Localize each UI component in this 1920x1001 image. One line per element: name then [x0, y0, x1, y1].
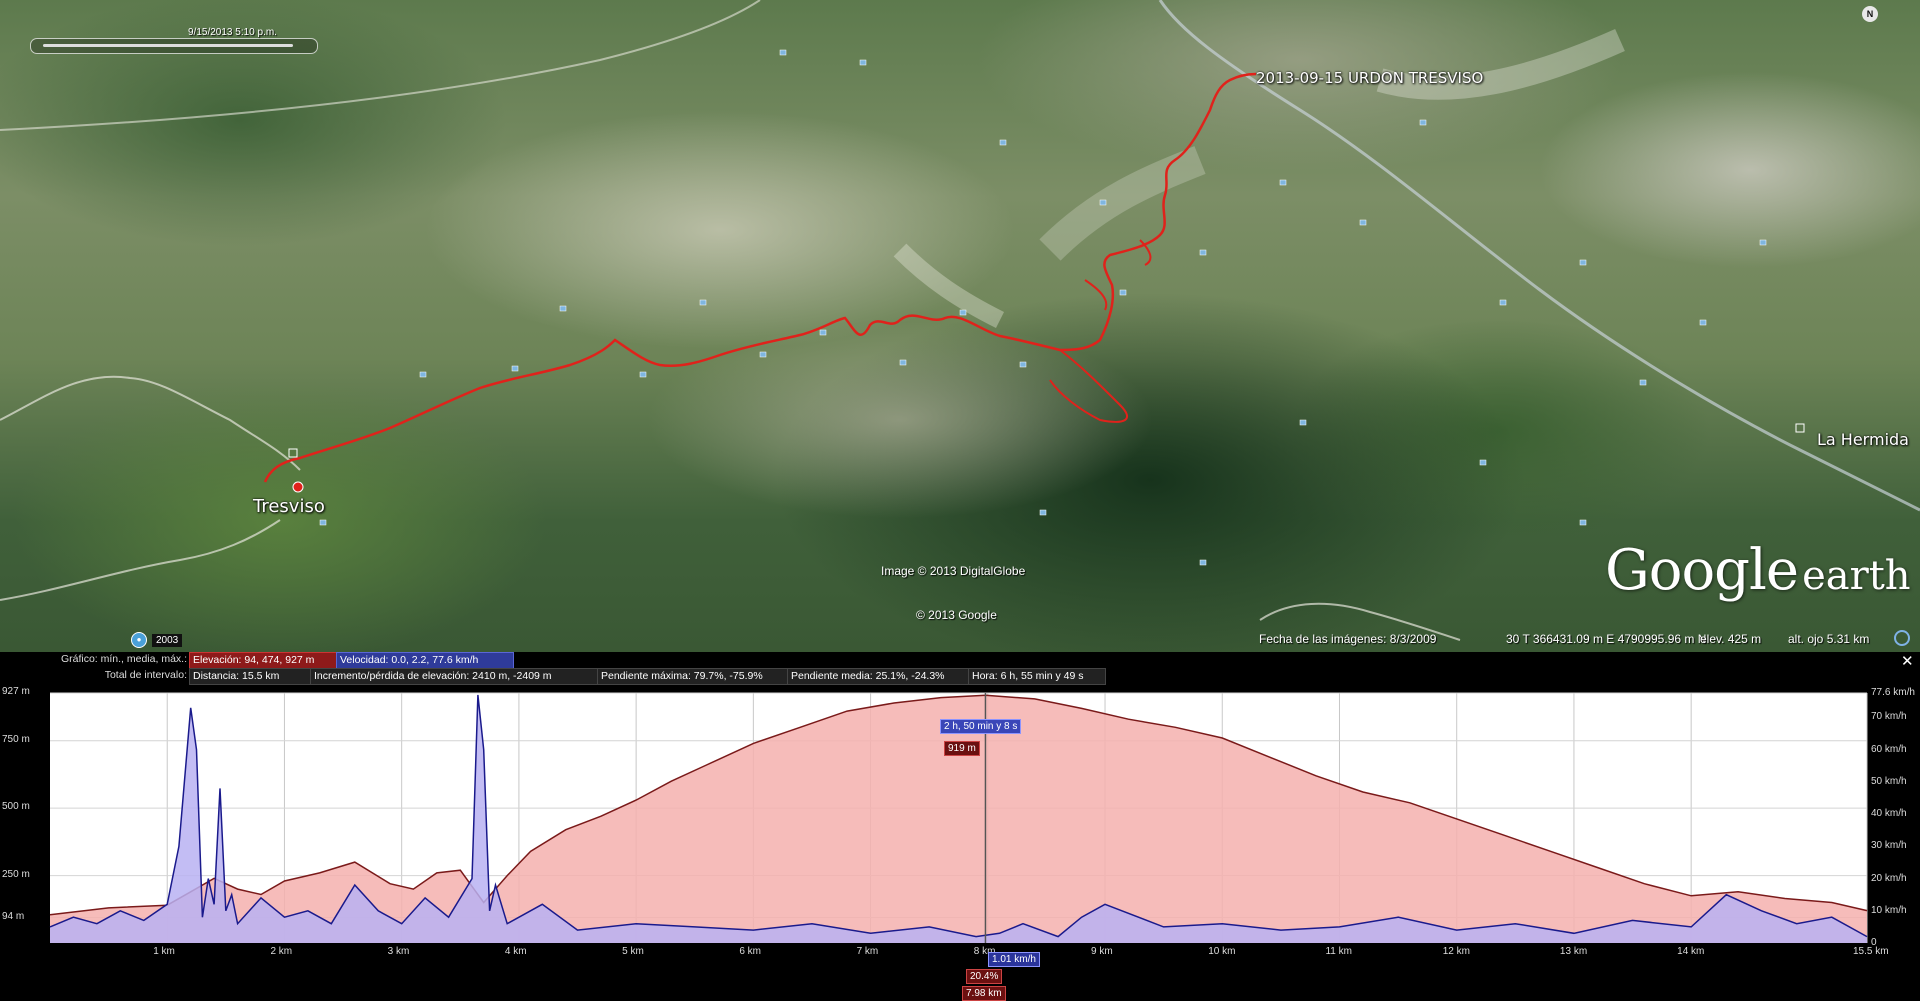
cursor-grade-label: 20.4% — [966, 969, 1003, 984]
left-tick-label: 500 m — [2, 801, 30, 813]
x-tick-label: 12 km — [1442, 946, 1470, 957]
right-tick-label: 10 km/h — [1871, 904, 1907, 916]
x-tick-label: 3 km — [387, 946, 410, 957]
x-tick-label: 14 km — [1677, 946, 1705, 957]
eye-altitude: alt. ojo 5.31 km — [1788, 632, 1870, 646]
range-label: Total de intervalo: — [104, 669, 187, 681]
time-stat: Hora: 6 h, 55 min y 49 s — [968, 668, 1106, 685]
close-profile-button[interactable]: ✕ — [1901, 652, 1914, 670]
google-earth-logo: Google earth — [1605, 538, 1911, 603]
place-label-la-hermida[interactable]: La Hermida — [1817, 430, 1909, 449]
track-label[interactable]: 2013-09-15 URDON TRESVISO — [1256, 69, 1483, 87]
cursor-speed-label: 1.01 km/h — [988, 952, 1040, 967]
x-tick-label: 13 km — [1559, 946, 1588, 957]
right-tick-label: 40 km/h — [1871, 808, 1907, 820]
logo-earth-text: earth — [1802, 553, 1911, 599]
left-tick-label: 94 m — [2, 910, 25, 922]
x-tick-label: 2 km — [270, 946, 293, 957]
distance-stat: Distancia: 15.5 km — [189, 668, 313, 685]
left-tick-label: 250 m — [2, 868, 30, 880]
time-slider-label: 9/15/2013 5:10 p.m. — [188, 27, 277, 38]
left-tick-label: 750 m — [2, 733, 30, 745]
avg-grade-stat: Pendiente media: 25.1%, -24.3% — [787, 668, 971, 685]
logo-google-text: Google — [1605, 538, 1799, 603]
elevation-profile-panel: Gráfico: mín., media, máx.: Elevación: 9… — [0, 652, 1920, 1001]
left-tick-label: 927 m — [2, 686, 30, 697]
x-tick-label: 7 km — [856, 946, 879, 957]
x-tick-label: 11 km — [1325, 946, 1352, 957]
place-label-tresviso[interactable]: Tresviso — [253, 496, 325, 517]
status-bar: Fecha de las imágenes: 8/3/2009 30 T 366… — [0, 627, 1920, 649]
cursor-coordinates: 30 T 366431.09 m E 4790995.96 m N — [1506, 632, 1707, 646]
right-tick-label: 30 km/h — [1871, 840, 1907, 852]
right-tick-label: 70 km/h — [1871, 711, 1907, 723]
x-tick-label: 1 km — [153, 946, 175, 957]
right-tick-label: 77.6 km/h — [1871, 687, 1915, 698]
streaming-status-icon — [1894, 630, 1910, 646]
profile-chart[interactable]: 927 m 750 m 500 m 250 m 94 m 77.6 km/h 70 km/… — [0, 684, 1920, 1001]
imagery-copyright: Image © 2013 DigitalGlobe — [881, 564, 1026, 578]
cursor-distance-label: 7.98 km — [962, 986, 1006, 1001]
x-tick-label: 6 km — [739, 946, 762, 957]
max-grade-stat: Pendiente máxima: 79.7%, -75.9% — [597, 668, 790, 685]
x-tick-label: 15.5 km — [1853, 946, 1889, 957]
speed-chip[interactable]: Velocidad: 0.0, 2.2, 77.6 km/h — [336, 652, 514, 669]
elevation-chip[interactable]: Elevación: 94, 474, 927 m — [189, 652, 339, 669]
right-tick-label: 50 km/h — [1871, 775, 1907, 787]
cursor-elevation: elev. 425 m — [1700, 632, 1762, 646]
right-tick-label: 20 km/h — [1871, 872, 1907, 884]
imagery-date: Fecha de las imágenes: 8/3/2009 — [1259, 632, 1437, 646]
cursor-elevation-label: 919 m — [944, 741, 980, 756]
google-copyright: © 2013 Google — [916, 608, 997, 622]
x-tick-label: 4 km — [504, 946, 527, 957]
x-tick-label: 5 km — [622, 946, 644, 957]
x-tick-label: 10 km — [1208, 946, 1236, 957]
cursor-time-label: 2 h, 50 min y 8 s — [940, 719, 1022, 734]
map-view[interactable]: 9/15/2013 5:10 p.m. N 2013-09-15 URDON T… — [0, 0, 1920, 652]
graph-label: Gráfico: mín., media, máx.: — [60, 653, 187, 665]
x-tick-label: 9 km — [1091, 946, 1113, 957]
gain-loss-stat: Incremento/pérdida de elevación: 2410 m,… — [310, 668, 600, 685]
right-tick-label: 60 km/h — [1871, 743, 1907, 755]
compass-icon[interactable]: N — [1862, 6, 1878, 22]
time-slider[interactable] — [30, 38, 318, 54]
